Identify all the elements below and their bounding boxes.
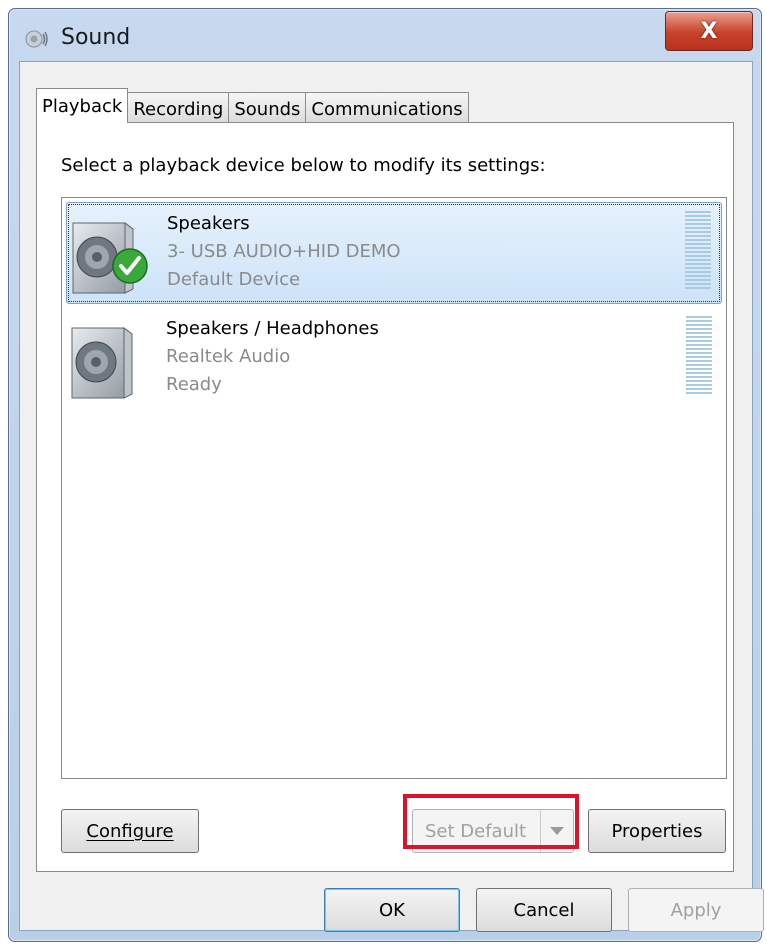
ok-label: OK: [379, 899, 405, 921]
ok-button[interactable]: OK: [324, 888, 460, 932]
configure-button[interactable]: Configure: [61, 809, 199, 853]
device-description: 3- USB AUDIO+HID DEMO: [167, 241, 401, 262]
dialog-body: Playback Recording Sounds Communications…: [19, 61, 764, 932]
tab-sounds[interactable]: Sounds: [228, 92, 307, 122]
cancel-button[interactable]: Cancel: [476, 888, 612, 932]
configure-label: Configure: [86, 820, 174, 842]
window-title: Sound: [61, 25, 131, 50]
playback-panel: Select a playback device below to modify…: [36, 122, 734, 872]
green-check-icon: [112, 248, 148, 284]
sound-dialog: Sound X Playback Recording Sounds Commun…: [8, 8, 764, 942]
title-bar[interactable]: Sound X: [9, 9, 761, 61]
apply-label: Apply: [670, 899, 722, 921]
close-button[interactable]: X: [665, 11, 753, 51]
device-name: Speakers: [167, 213, 250, 234]
device-list[interactable]: Speakers 3- USB AUDIO+HID DEMO Default D…: [61, 197, 727, 779]
tab-recording[interactable]: Recording: [127, 92, 230, 122]
speaker-icon: [71, 327, 133, 399]
close-icon: X: [700, 18, 718, 44]
device-name: Speakers / Headphones: [166, 318, 379, 339]
tab-strip: Playback Recording Sounds Communications: [36, 88, 469, 123]
highlight-box: [403, 794, 579, 849]
volume-meter: [685, 211, 711, 291]
properties-label: Properties: [611, 820, 703, 842]
properties-button[interactable]: Properties: [588, 809, 726, 853]
tab-playback[interactable]: Playback: [36, 88, 129, 123]
device-status: Ready: [166, 374, 222, 395]
device-item-speakers-usb[interactable]: Speakers 3- USB AUDIO+HID DEMO Default D…: [66, 202, 722, 304]
volume-meter: [686, 316, 712, 396]
device-item-speakers-headphones[interactable]: Speakers / Headphones Realtek Audio Read…: [66, 308, 722, 410]
apply-button[interactable]: Apply: [628, 888, 764, 932]
device-status: Default Device: [167, 269, 301, 290]
cancel-label: Cancel: [513, 899, 575, 921]
speaker-app-icon: [25, 30, 48, 48]
instruction-text: Select a playback device below to modify…: [61, 155, 546, 176]
tab-communications[interactable]: Communications: [305, 92, 469, 122]
device-description: Realtek Audio: [166, 346, 291, 367]
